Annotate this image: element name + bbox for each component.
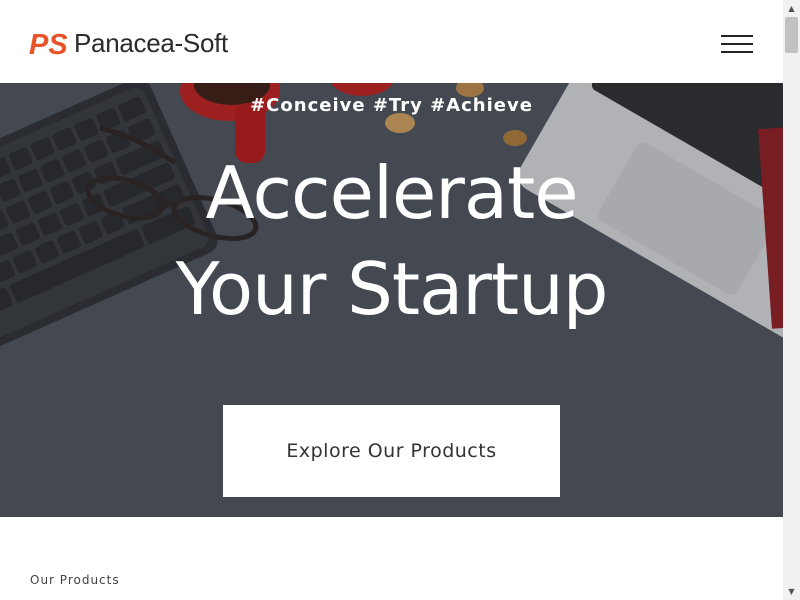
hero-title: Accelerate Your Startup [0,145,783,337]
hero-title-line-2: Your Startup [175,247,609,331]
svg-text:PS: PS [29,29,67,58]
scroll-up-arrow-icon[interactable]: ▲ [783,0,800,17]
explore-products-button[interactable]: Explore Our Products [223,405,560,497]
scroll-thumb[interactable] [785,17,798,53]
hero-section: #Conceive #Try #Achieve Accelerate Your … [0,83,783,517]
hamburger-menu-icon [721,35,753,37]
vertical-scrollbar[interactable]: ▲ ▼ [783,0,800,600]
scroll-down-arrow-icon[interactable]: ▼ [783,583,800,600]
hamburger-menu-icon [721,51,753,53]
site-header: PS Panacea-Soft [0,0,783,83]
hamburger-menu-icon [721,43,753,45]
products-section-label: Our Products [30,573,120,587]
page: PS Panacea-Soft #Conceive #Try #Achieve … [0,0,783,600]
logo-text: Panacea-Soft [74,28,228,58]
logo-ps-icon: PS [29,29,67,58]
menu-button[interactable] [721,33,753,55]
hero-title-line-1: Accelerate [205,151,578,235]
hero-tagline: #Conceive #Try #Achieve [250,95,533,116]
logo-link[interactable]: PS Panacea-Soft [29,27,228,59]
